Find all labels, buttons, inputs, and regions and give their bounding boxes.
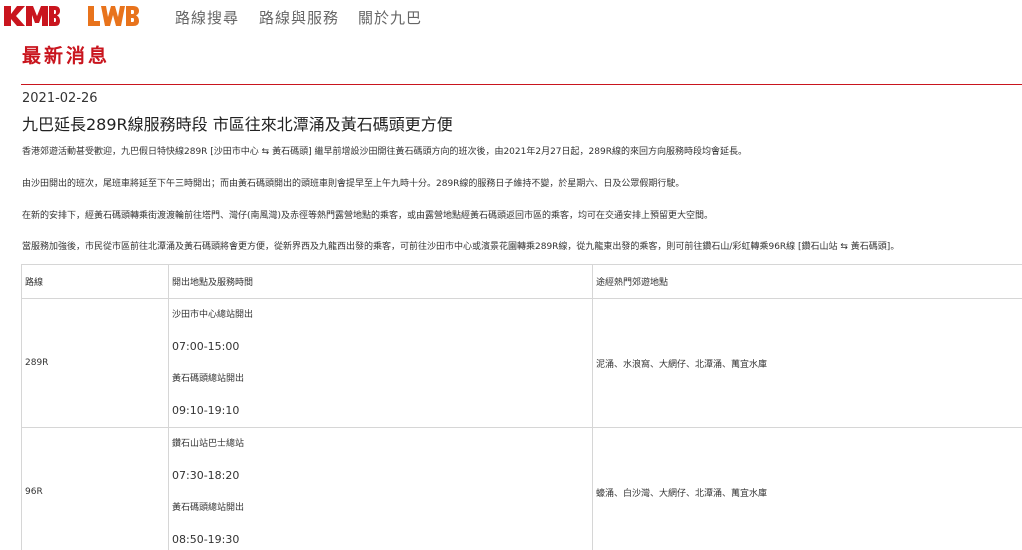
departure-terminus: 鑽石山站巴士總站 [172,439,245,449]
hiking-spots: 泥涌、水浪窩、大網仔、北潭涌、萬宜水庫 [592,298,1022,428]
table-row: 96R 鑽石山站巴士總站 07:30-18:20 黃石碼頭總站開出 08:50-… [21,427,1022,550]
column-header-departure-times: 開出地點及服務時間 [168,264,593,299]
table-header-row: 路線 開出地點及服務時間 途經熱門郊遊地點 [21,264,1022,299]
news-date: 2021-02-26 [22,91,98,106]
hiking-spots: 蠔涌、白沙灣、大網仔、北潭涌、萬宜水庫 [592,427,1022,550]
kmb-logo[interactable] [2,3,60,29]
route-number: 96R [21,427,169,550]
nav-routes-and-services[interactable]: 路線與服務 [259,7,339,28]
nav-route-search[interactable]: 路線搜尋 [175,7,239,28]
news-headline: 九巴延長289R線服務時段 市區往來北潭涌及黃石碼頭更方便 [22,115,453,134]
nav-about-kmb[interactable]: 關於九巴 [358,7,422,28]
service-hours: 07:30-18:20 [172,469,240,482]
route-number: 289R [21,298,169,428]
news-paragraph: 在新的安排下，經黃石碼頭轉乘街渡渡輪前往塔門、灣仔(南風灣)及赤徑等熱門露營地點… [22,211,714,221]
title-divider [21,84,1022,85]
departure-times-cell: 鑽石山站巴士總站 07:30-18:20 黃石碼頭總站開出 08:50-19:3… [168,427,593,550]
lwb-logo[interactable] [86,3,140,29]
page-title: 最新消息 [22,45,111,67]
top-navigation-bar: 路線搜尋 路線與服務 關於九巴 [0,0,1022,36]
column-header-hiking-spots: 途經熱門郊遊地點 [592,264,1022,299]
news-paragraph: 由沙田開出的班次，尾班車將延至下午三時開出；而由黃石碼頭開出的頭班車則會提早至上… [22,179,685,189]
column-header-route: 路線 [21,264,169,299]
departure-terminus: 黃石碼頭總站開出 [172,374,245,384]
service-hours: 07:00-15:00 [172,340,240,353]
departure-terminus: 沙田市中心總站開出 [172,310,254,320]
service-hours: 08:50-19:30 [172,533,240,546]
departure-terminus: 黃石碼頭總站開出 [172,503,245,513]
departure-times-cell: 沙田市中心總站開出 07:00-15:00 黃石碼頭總站開出 09:10-19:… [168,298,593,428]
news-paragraph: 香港郊遊活動甚受歡迎，九巴假日特快線289R [沙田市中心 ⇆ 黃石碼頭] 繼早… [22,147,747,157]
table-row: 289R 沙田市中心總站開出 07:00-15:00 黃石碼頭總站開出 09:1… [21,298,1022,428]
news-paragraph: 當服務加強後，市民從市區前往北潭涌及黃石碼頭將會更方便，從新界西及九龍西出發的乘… [22,242,900,252]
service-hours: 09:10-19:10 [172,404,240,417]
route-service-table: 路線 開出地點及服務時間 途經熱門郊遊地點 289R 沙田市中心總站開出 07:… [21,264,1022,550]
